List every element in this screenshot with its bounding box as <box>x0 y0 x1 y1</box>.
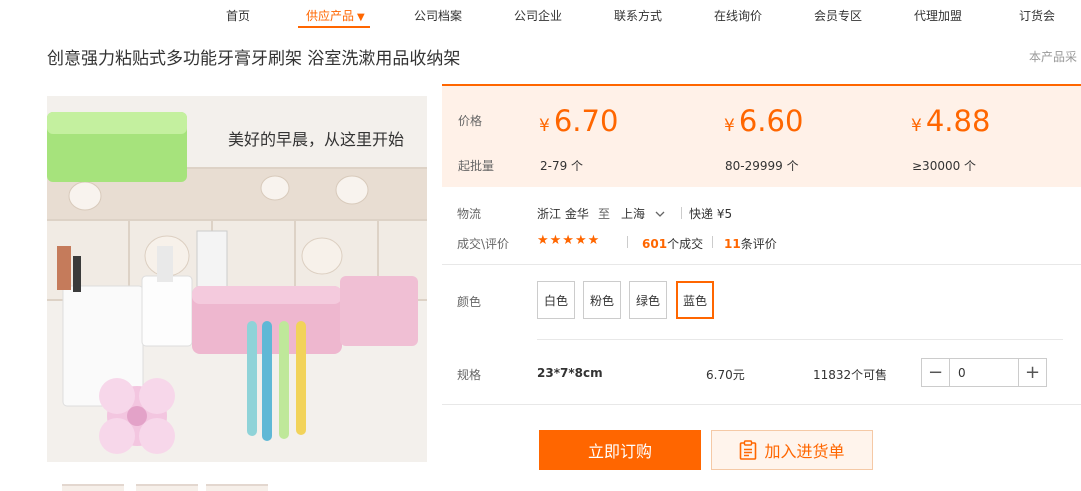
price-value: 6.60 <box>738 104 804 138</box>
product-photo-illustration <box>47 96 427 462</box>
review-number: 11 <box>724 237 741 251</box>
color-option-blue[interactable]: 蓝色 <box>676 281 714 319</box>
quantity-input[interactable] <box>951 359 1019 386</box>
separator <box>627 236 628 248</box>
nav-item-inquiry[interactable]: 在线询价 <box>714 7 762 24</box>
color-option-pink[interactable]: 粉色 <box>583 281 621 319</box>
clipboard-icon <box>740 440 757 460</box>
thumbnail-1[interactable] <box>62 484 124 491</box>
color-option-white[interactable]: 白色 <box>537 281 575 319</box>
side-note: 本产品采 <box>1029 50 1078 64</box>
deals-count[interactable]: 601个成交 <box>642 235 703 252</box>
chevron-down-icon <box>655 211 665 217</box>
logistics-label: 物流 <box>457 207 482 221</box>
top-nav: 首页 供应产品 ▼ 公司档案 公司企业 联系方式 在线询价 会员专区 代理加盟 订… <box>0 0 1081 28</box>
deals-suffix: 个成交 <box>667 237 704 251</box>
price-value: 6.70 <box>553 104 619 138</box>
nav-item-company-profile[interactable]: 公司档案 <box>414 7 462 24</box>
separator <box>712 236 713 248</box>
price-tier-1: ¥6.70 <box>539 104 618 138</box>
destination-value: 上海 <box>621 207 646 221</box>
review-suffix: 条评价 <box>740 237 777 251</box>
nav-item-members[interactable]: 会员专区 <box>814 7 862 24</box>
deals-number: 601 <box>642 237 668 251</box>
qty-range-3: ≥30000 个 <box>912 159 977 173</box>
spec-stock: 11832个可售 <box>813 368 888 382</box>
reviews-label: 成交\评价 <box>457 237 510 251</box>
image-caption: 美好的早晨，从这里开始 <box>228 130 405 149</box>
nav-item-contact[interactable]: 联系方式 <box>614 7 662 24</box>
price-label: 价格 <box>458 114 483 128</box>
currency-symbol: ¥ <box>724 116 735 136</box>
increase-button[interactable]: + <box>1018 359 1046 386</box>
rating-stars-icon: ★★★★★ <box>537 233 601 248</box>
quantity-stepper: − + <box>921 358 1047 387</box>
chevron-down-icon: ▼ <box>357 12 365 23</box>
color-label: 颜色 <box>457 295 482 309</box>
moq-label: 起批量 <box>458 159 495 173</box>
nav-item-order-fair[interactable]: 订货会 <box>1019 7 1055 24</box>
nav-item-company[interactable]: 公司企业 <box>514 7 562 24</box>
destination-select[interactable]: 上海 <box>621 205 665 222</box>
divider <box>442 264 1081 265</box>
add-to-cart-button[interactable]: 加入进货单 <box>711 430 873 470</box>
thumbnail-3[interactable] <box>206 484 268 491</box>
spec-price: 6.70元 <box>706 368 745 382</box>
nav-item-products-label: 供应产品 <box>306 9 355 23</box>
currency-symbol: ¥ <box>539 116 550 136</box>
price-panel: 价格 起批量 ¥6.70 ¥6.60 ¥4.88 2-79 个 80-29999… <box>442 84 1081 187</box>
buy-now-button[interactable]: 立即订购 <box>539 430 701 470</box>
spec-size: 23*7*8cm <box>537 366 603 380</box>
nav-item-home[interactable]: 首页 <box>226 7 250 24</box>
color-option-green[interactable]: 绿色 <box>629 281 667 319</box>
page-title: 创意强力粘贴式多功能牙膏牙刷架 浴室洗漱用品收纳架 <box>47 49 461 69</box>
qty-range-2: 80-29999 个 <box>725 159 799 173</box>
divider <box>537 339 1063 340</box>
divider <box>442 404 1081 405</box>
decrease-button[interactable]: − <box>922 359 950 386</box>
nav-item-franchise[interactable]: 代理加盟 <box>914 7 962 24</box>
price-tier-3: ¥4.88 <box>911 104 990 138</box>
currency-symbol: ¥ <box>911 116 922 136</box>
price-value: 4.88 <box>925 104 991 138</box>
logistics-origin: 浙江 金华 <box>537 207 589 221</box>
qty-range-1: 2-79 个 <box>540 159 584 173</box>
product-image[interactable]: 美好的早晨，从这里开始 <box>47 96 427 462</box>
separator <box>681 207 682 219</box>
spec-label: 规格 <box>457 368 482 382</box>
price-tier-2: ¥6.60 <box>724 104 803 138</box>
add-to-cart-label: 加入进货单 <box>764 442 845 461</box>
shipping-fee: 快递 ¥5 <box>689 207 733 221</box>
review-count[interactable]: 11条评价 <box>724 235 777 252</box>
logistics-to: 至 <box>598 207 611 221</box>
thumbnail-2[interactable] <box>136 484 198 491</box>
nav-item-products[interactable]: 供应产品 ▼ <box>306 7 365 24</box>
nav-active-underline <box>298 26 370 28</box>
